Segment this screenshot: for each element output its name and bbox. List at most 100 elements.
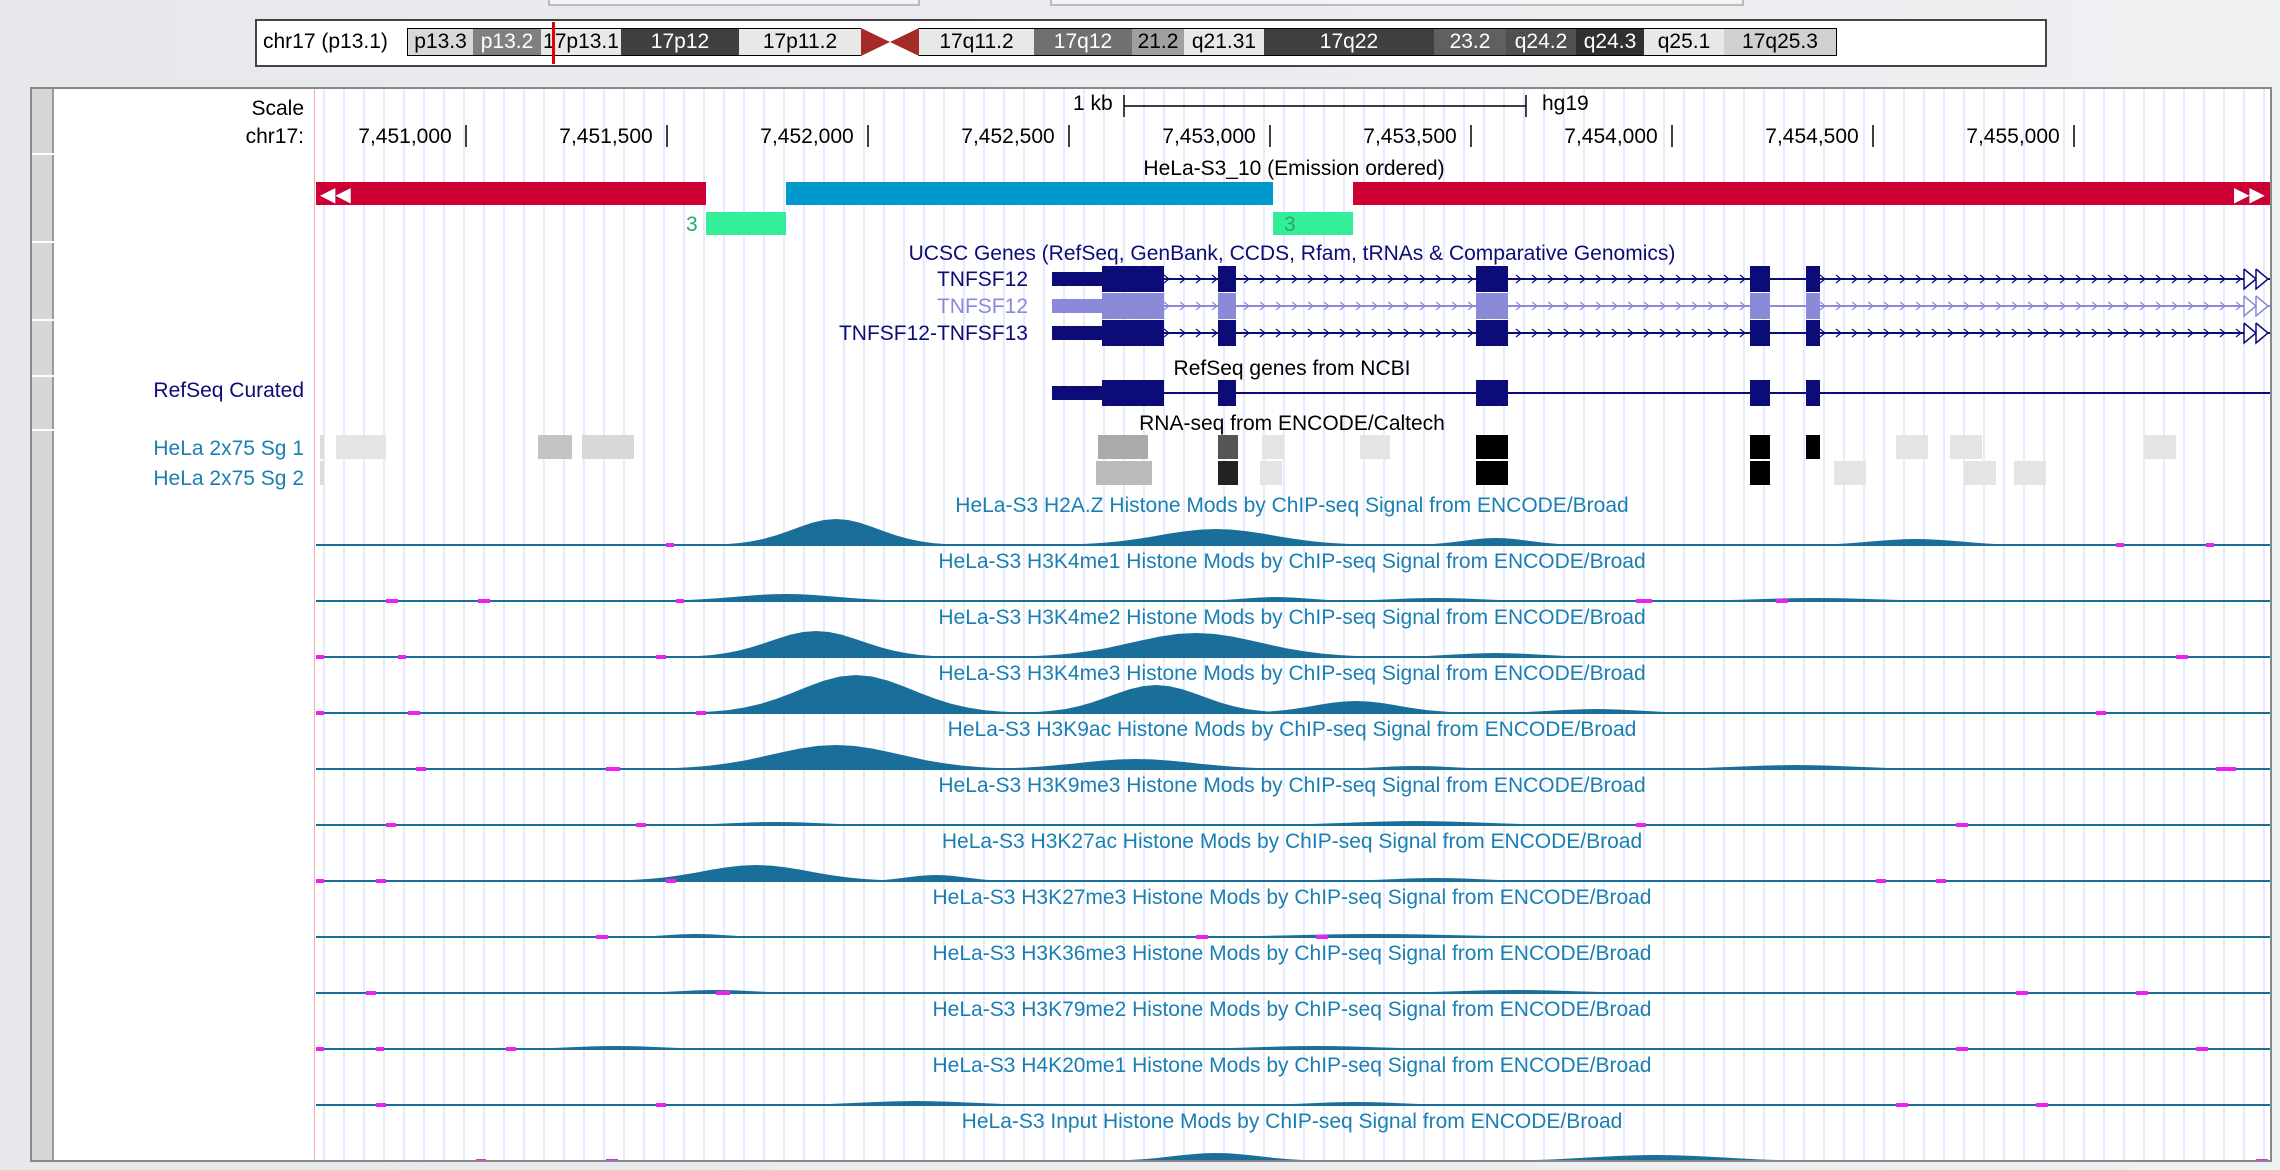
data-gap-mark: [2116, 543, 2124, 547]
histone-title-h3k9ac: HeLa-S3 H3K9ac Histone Mods by ChIP-seq …: [947, 718, 1637, 741]
data-gap-mark: [386, 599, 398, 603]
histone-title-h3k4me1: HeLa-S3 H3K4me1 Histone Mods by ChIP-seq…: [938, 550, 1646, 573]
data-gap-mark: [1936, 879, 1946, 883]
signal-peak: [656, 745, 1016, 769]
side-button-refseq[interactable]: [32, 321, 54, 375]
ideogram-band: 21.2: [1132, 28, 1184, 56]
ideogram-band: 17q11.2: [919, 28, 1034, 56]
segment-state-7: [316, 182, 706, 205]
histone-signal-8: [316, 934, 2270, 939]
side-button-ruler[interactable]: [32, 89, 54, 153]
side-button-histone[interactable]: [32, 431, 54, 1160]
gene-label-1[interactable]: TNFSF12: [937, 268, 1028, 292]
gene-label-2[interactable]: TNFSF12: [937, 295, 1028, 319]
histone-title-h3k4me2: HeLa-S3 H3K4me2 Histone Mods by ChIP-seq…: [938, 606, 1646, 629]
density-block: [2144, 435, 2176, 459]
rnaseq-density-1: [320, 435, 2176, 459]
histone-signal-11: [316, 1101, 2270, 1107]
seg-label-3b: 3: [1284, 213, 1296, 236]
exon-block: [1218, 380, 1236, 406]
signal-peak: [766, 1101, 1066, 1105]
ideogram-band: p13.3: [407, 28, 473, 56]
label-column-divider: [314, 89, 315, 1160]
exon-block: [1476, 293, 1508, 319]
utr-block: [1052, 386, 1102, 400]
refseq-curated-label[interactable]: RefSeq Curated: [153, 379, 304, 403]
end-arrow-icon: [2243, 295, 2258, 318]
exon-block: [1102, 293, 1164, 319]
utr-block: [1052, 326, 1102, 340]
side-button-ucsc-genes[interactable]: [32, 243, 54, 319]
density-block: [336, 435, 386, 459]
density-block: [1950, 435, 1982, 459]
histone-title-h3k79me2: HeLa-S3 H3K79me2 Histone Mods by ChIP-se…: [932, 998, 1652, 1021]
histone-signal-1: [316, 519, 2270, 547]
signal-peak: [716, 519, 956, 545]
rnaseq-label-2[interactable]: HeLa 2x75 Sg 2: [153, 467, 304, 491]
tick-label-7: 7,454,000: [1564, 125, 1658, 148]
browser-track-image[interactable]: Scale chr17: RefSeq Curated HeLa 2x75 Sg…: [30, 87, 2272, 1162]
density-block: [1964, 461, 1996, 485]
seg-label-2: 2: [798, 182, 810, 205]
data-gap-mark: [1316, 935, 1328, 939]
signal-peak: [1129, 1153, 1303, 1160]
signal-peak: [1236, 701, 1476, 713]
gene-model-tnfsf12-alt: [1052, 293, 2270, 319]
exon-block: [1476, 266, 1508, 292]
left-arrow-icon: ◀◀: [320, 182, 351, 206]
assembly-label: hg19: [1542, 92, 1589, 115]
rnaseq-label-1[interactable]: HeLa 2x75 Sg 1: [153, 437, 304, 461]
data-gap-mark: [676, 599, 684, 603]
density-block: [1260, 461, 1282, 485]
end-arrow-icon: [2255, 295, 2270, 318]
data-gap-mark: [666, 879, 676, 883]
histone-signal-10: [316, 1046, 2270, 1051]
histone-signal-6: [316, 821, 2270, 827]
side-button-rnaseq[interactable]: [32, 377, 54, 429]
histone-signal-12: [476, 1153, 2268, 1160]
signal-peak: [1535, 1155, 1777, 1160]
data-gap-mark: [1956, 1047, 1968, 1051]
end-arrow-icon: [2243, 322, 2258, 345]
density-block: [1096, 461, 1152, 485]
gene-label-3[interactable]: TNFSF12-TNFSF13: [839, 322, 1028, 346]
histone-signal-3: [316, 631, 2270, 659]
tick-label-8: 7,454,500: [1765, 125, 1859, 148]
data-area[interactable]: 73237◀◀▶▶ 1 kb hg19 7,451,000 7,451,500 …: [316, 89, 2270, 1160]
data-gap-mark: [478, 599, 490, 603]
tick-label-4: 7,452,500: [961, 125, 1055, 148]
chromosome-ideogram[interactable]: chr17 (p13.1) p13.3 p13.2 17p13.1 17p12 17p1…: [255, 19, 2047, 67]
ideogram-band: q24.2: [1506, 28, 1576, 56]
ideogram-bands[interactable]: p13.3 p13.2 17p13.1 17p12 17p11.2 17q11.2 17q1…: [407, 22, 2037, 64]
data-gap-mark: [1956, 823, 1968, 827]
tick-label-5: 7,453,000: [1162, 125, 1256, 148]
signal-peak: [1186, 597, 1366, 601]
data-gap-mark: [656, 655, 666, 659]
refseq-gene-model: [1052, 380, 2270, 406]
signal-peak: [1406, 538, 1586, 545]
data-gap-mark: [316, 711, 324, 715]
utr-block: [1052, 299, 1102, 313]
end-arrow-icon: [2255, 322, 2270, 345]
density-block: [320, 461, 324, 485]
exon-block: [1806, 266, 1820, 292]
density-block: [1262, 435, 1284, 459]
data-gap-mark: [1896, 1103, 1908, 1107]
toolbar-remnant-left: [548, 0, 920, 6]
tick-label-3: 7,452,000: [760, 125, 854, 148]
toolbar-remnant-right: [1050, 0, 1744, 6]
data-gap-mark: [316, 655, 324, 659]
data-gap-mark: [2016, 991, 2028, 995]
refseq-title: RefSeq genes from NCBI: [1173, 357, 1411, 380]
histone-title-h4k20me1: HeLa-S3 H4K20me1 Histone Mods by ChIP-se…: [932, 1054, 1652, 1077]
data-gap-mark: [2196, 1047, 2208, 1051]
side-button-segmentation[interactable]: [32, 155, 54, 241]
signal-peak: [606, 865, 906, 881]
data-gap-mark: [398, 655, 406, 659]
data-gap-mark: [596, 935, 608, 939]
histone-title-h3k9me3: HeLa-S3 H3K9me3 Histone Mods by ChIP-seq…: [938, 774, 1646, 797]
data-gap-mark: [666, 543, 674, 547]
seg-label-3: 3: [686, 213, 698, 236]
data-gap-mark: [506, 1047, 516, 1051]
histone-title-h2az: HeLa-S3 H2A.Z Histone Mods by ChIP-seq S…: [955, 494, 1629, 517]
